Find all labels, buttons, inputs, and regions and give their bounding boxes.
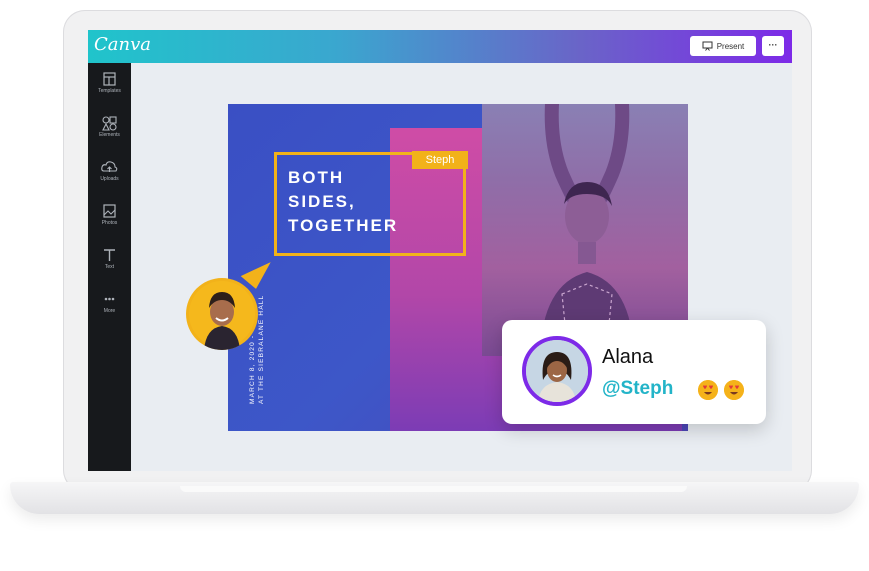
sidebar-item-label: Photos: [101, 220, 118, 226]
present-button[interactable]: Present: [690, 36, 756, 56]
sidebar-item-label: Uploads: [100, 176, 119, 182]
sidebar-item-label: Text: [104, 264, 115, 270]
photos-icon: [103, 204, 116, 218]
sidebar-item-label: More: [103, 308, 116, 314]
avatar-alana: [522, 336, 592, 406]
avatar-steph[interactable]: [186, 278, 258, 350]
sidebar-item-more[interactable]: More: [88, 291, 131, 314]
dancer-photo[interactable]: [482, 104, 688, 356]
collaborator-tag: Steph: [412, 151, 468, 169]
dancer-silhouette: [540, 104, 634, 356]
sidebar-item-elements[interactable]: Elements: [88, 115, 131, 138]
sidebar-item-uploads[interactable]: Uploads: [88, 159, 131, 182]
more-options-button[interactable]: ···: [762, 36, 784, 56]
text-icon: [104, 249, 115, 261]
canva-logo[interactable]: Canva: [94, 34, 151, 55]
headline-line: SIDES,: [288, 192, 356, 211]
templates-icon: [103, 72, 116, 86]
headline-line: BOTH: [288, 168, 345, 187]
comment-card[interactable]: Alana @Steph: [502, 320, 766, 424]
headline-text[interactable]: BOTH SIDES, TOGETHER: [288, 166, 398, 238]
commenter-name: Alana: [602, 346, 654, 368]
present-icon: [702, 41, 713, 51]
uploads-icon: [101, 161, 118, 172]
top-bar: Canva Present ···: [88, 30, 792, 63]
more-icon: [104, 297, 115, 301]
sidebar-item-text[interactable]: Text: [88, 247, 131, 270]
mention-text[interactable]: @Steph: [602, 378, 673, 400]
elements-icon: [102, 116, 117, 131]
sidebar-item-label: Templates: [98, 88, 121, 94]
heart-eyes-emoji-icon: [698, 380, 718, 400]
heart-eyes-emoji-icon: [724, 380, 744, 400]
sidebar-item-photos[interactable]: Photos: [88, 203, 131, 226]
present-label: Present: [716, 41, 745, 51]
sidebar: Templates Elements Uploads Photos Text M…: [88, 63, 131, 471]
laptop-notch: [180, 486, 687, 492]
person-avatar: [526, 340, 588, 402]
event-venue: AT THE SIEBRALANE HALL: [258, 294, 265, 405]
sidebar-item-templates[interactable]: Templates: [88, 71, 131, 94]
person-avatar: [189, 281, 255, 350]
sidebar-item-label: Elements: [99, 132, 120, 138]
headline-line: TOGETHER: [288, 216, 399, 235]
